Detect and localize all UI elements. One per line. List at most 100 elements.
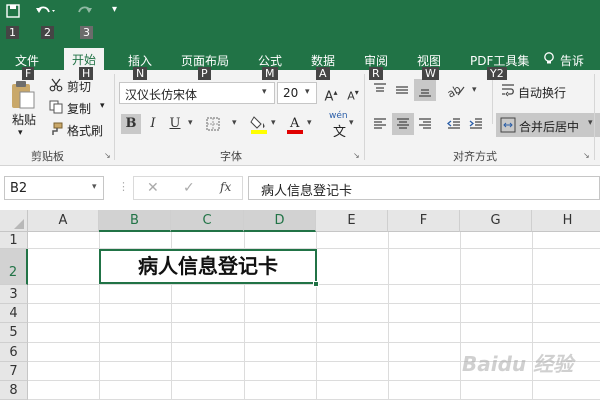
align-right-icon[interactable] <box>417 116 433 135</box>
column-header-c[interactable]: C <box>171 210 244 232</box>
font-launcher-icon[interactable]: ↘ <box>353 151 360 160</box>
borders-dropdown-icon[interactable]: ▾ <box>232 118 237 128</box>
row-header-4[interactable]: 4 <box>0 304 28 323</box>
paste-dropdown-icon[interactable]: ▾ <box>18 128 23 138</box>
keytip-view: W <box>422 67 439 80</box>
align-center-icon[interactable] <box>392 113 414 135</box>
underline-button[interactable]: U <box>165 114 185 134</box>
column-header-e[interactable]: E <box>316 210 388 232</box>
grid-line <box>460 232 461 400</box>
select-all-corner[interactable] <box>0 210 28 232</box>
keytip-review: R <box>369 67 383 80</box>
formula-input[interactable]: 病人信息登记卡 <box>248 176 600 200</box>
column-header-f[interactable]: F <box>388 210 460 232</box>
format-painter-icon[interactable] <box>49 122 63 139</box>
font-color-dropdown-icon[interactable]: ▾ <box>307 118 312 128</box>
phonetic-dropdown-icon[interactable]: ▾ <box>349 118 354 128</box>
lightbulb-icon[interactable] <box>542 51 556 68</box>
fill-handle[interactable] <box>313 281 319 287</box>
formula-input-value: 病人信息登记卡 <box>261 184 353 199</box>
customize-qat-icon[interactable]: ▾ <box>112 4 117 15</box>
save-icon[interactable] <box>6 4 20 22</box>
row-header-6[interactable]: 6 <box>0 343 28 362</box>
wrap-text-button[interactable]: 自动换行 <box>518 84 566 101</box>
merged-cell-b2-d2[interactable]: 病人信息登记卡 <box>99 249 317 284</box>
font-group-label: 字体 <box>220 150 242 163</box>
bold-button[interactable]: B <box>121 114 141 134</box>
row-header-3[interactable]: 3 <box>0 285 28 304</box>
grid-line <box>388 232 389 400</box>
paste-button[interactable]: 粘贴 <box>12 111 36 128</box>
group-separator <box>364 74 365 160</box>
increase-indent-icon[interactable] <box>468 116 484 135</box>
align-top-icon[interactable] <box>372 82 388 101</box>
svg-text:A: A <box>289 116 300 131</box>
italic-button[interactable]: I <box>143 114 163 134</box>
row-header-1[interactable]: 1 <box>0 232 28 249</box>
cancel-entry-icon[interactable]: ✕ <box>147 180 159 196</box>
font-size-dropdown-icon[interactable]: ▾ <box>305 87 310 97</box>
alignment-launcher-icon[interactable]: ↘ <box>583 151 590 160</box>
alignment-group-label: 对齐方式 <box>453 150 497 163</box>
keytip-undo: 2 <box>41 26 54 39</box>
format-painter-button[interactable]: 格式刷 <box>67 122 103 139</box>
undo-icon[interactable] <box>34 3 56 22</box>
name-box-dropdown-icon[interactable]: ▾ <box>92 182 97 192</box>
merge-center-icon <box>500 117 516 136</box>
group-separator <box>114 74 115 160</box>
tell-me-search[interactable]: 告诉 <box>560 52 584 69</box>
font-color-icon[interactable]: A <box>286 114 304 137</box>
keytip-formulas: M <box>262 67 278 80</box>
merge-center-button[interactable]: 合并后居中 ▾ <box>496 113 600 137</box>
name-box[interactable]: B2 <box>4 176 104 200</box>
font-name-box[interactable]: 汉仪长仿宋体 <box>119 82 275 104</box>
font-color-swatch <box>287 130 303 134</box>
borders-icon[interactable] <box>206 117 220 134</box>
name-box-value: B2 <box>10 181 28 196</box>
redo-icon[interactable] <box>74 3 96 22</box>
orientation-dropdown-icon[interactable]: ▾ <box>472 85 477 95</box>
row-header-7[interactable]: 7 <box>0 362 28 381</box>
font-size-box[interactable]: 20 <box>277 82 317 104</box>
confirm-entry-icon[interactable]: ✓ <box>183 180 195 196</box>
formula-bar-grip: ⋮ <box>118 180 129 193</box>
fill-color-dropdown-icon[interactable]: ▾ <box>271 118 276 128</box>
column-header-a[interactable]: A <box>28 210 99 232</box>
keytip-save: 1 <box>6 26 19 39</box>
font-name-dropdown-icon[interactable]: ▾ <box>262 87 267 97</box>
phonetic-guide-button[interactable]: wén <box>329 111 348 121</box>
keytip-page-layout: P <box>198 67 211 80</box>
orientation-icon[interactable]: ab <box>445 81 466 102</box>
clipboard-group-label: 剪贴板 <box>31 150 64 163</box>
row-header-8[interactable]: 8 <box>0 381 28 400</box>
shrink-font-icon: A <box>347 89 355 103</box>
keytip-pdf-tools: Y2 <box>487 67 507 80</box>
cut-button[interactable]: 剪切 <box>67 78 91 95</box>
align-left-icon[interactable] <box>372 116 388 135</box>
copy-dropdown-icon[interactable]: ▾ <box>100 101 105 111</box>
fill-color-icon[interactable] <box>250 114 268 137</box>
cut-icon[interactable] <box>49 78 63 95</box>
copy-button[interactable]: 复制 <box>67 100 91 117</box>
insert-function-button[interactable]: fx <box>220 180 231 194</box>
keytip-file: F <box>22 67 35 80</box>
fill-color-swatch <box>251 130 267 134</box>
underline-dropdown-icon[interactable]: ▾ <box>188 118 193 128</box>
paste-icon[interactable] <box>10 80 36 113</box>
increase-font-size-button[interactable]: A▴ <box>321 83 341 104</box>
align-bottom-icon[interactable] <box>414 79 436 101</box>
column-header-b[interactable]: B <box>99 210 171 232</box>
copy-icon[interactable] <box>49 100 63 117</box>
merge-dropdown-icon[interactable]: ▾ <box>588 118 593 128</box>
column-header-d[interactable]: D <box>244 210 316 232</box>
row-header-5[interactable]: 5 <box>0 323 28 343</box>
clipboard-launcher-icon[interactable]: ↘ <box>104 151 111 160</box>
grid-line <box>28 322 600 323</box>
decrease-indent-icon[interactable] <box>446 116 462 135</box>
align-middle-icon[interactable] <box>394 82 410 101</box>
column-header-h[interactable]: H <box>532 210 600 232</box>
row-header-2[interactable]: 2 <box>0 249 28 285</box>
column-header-g[interactable]: G <box>460 210 532 232</box>
decrease-font-size-button[interactable]: A▾ <box>343 83 363 103</box>
wrap-text-icon[interactable] <box>500 82 516 101</box>
